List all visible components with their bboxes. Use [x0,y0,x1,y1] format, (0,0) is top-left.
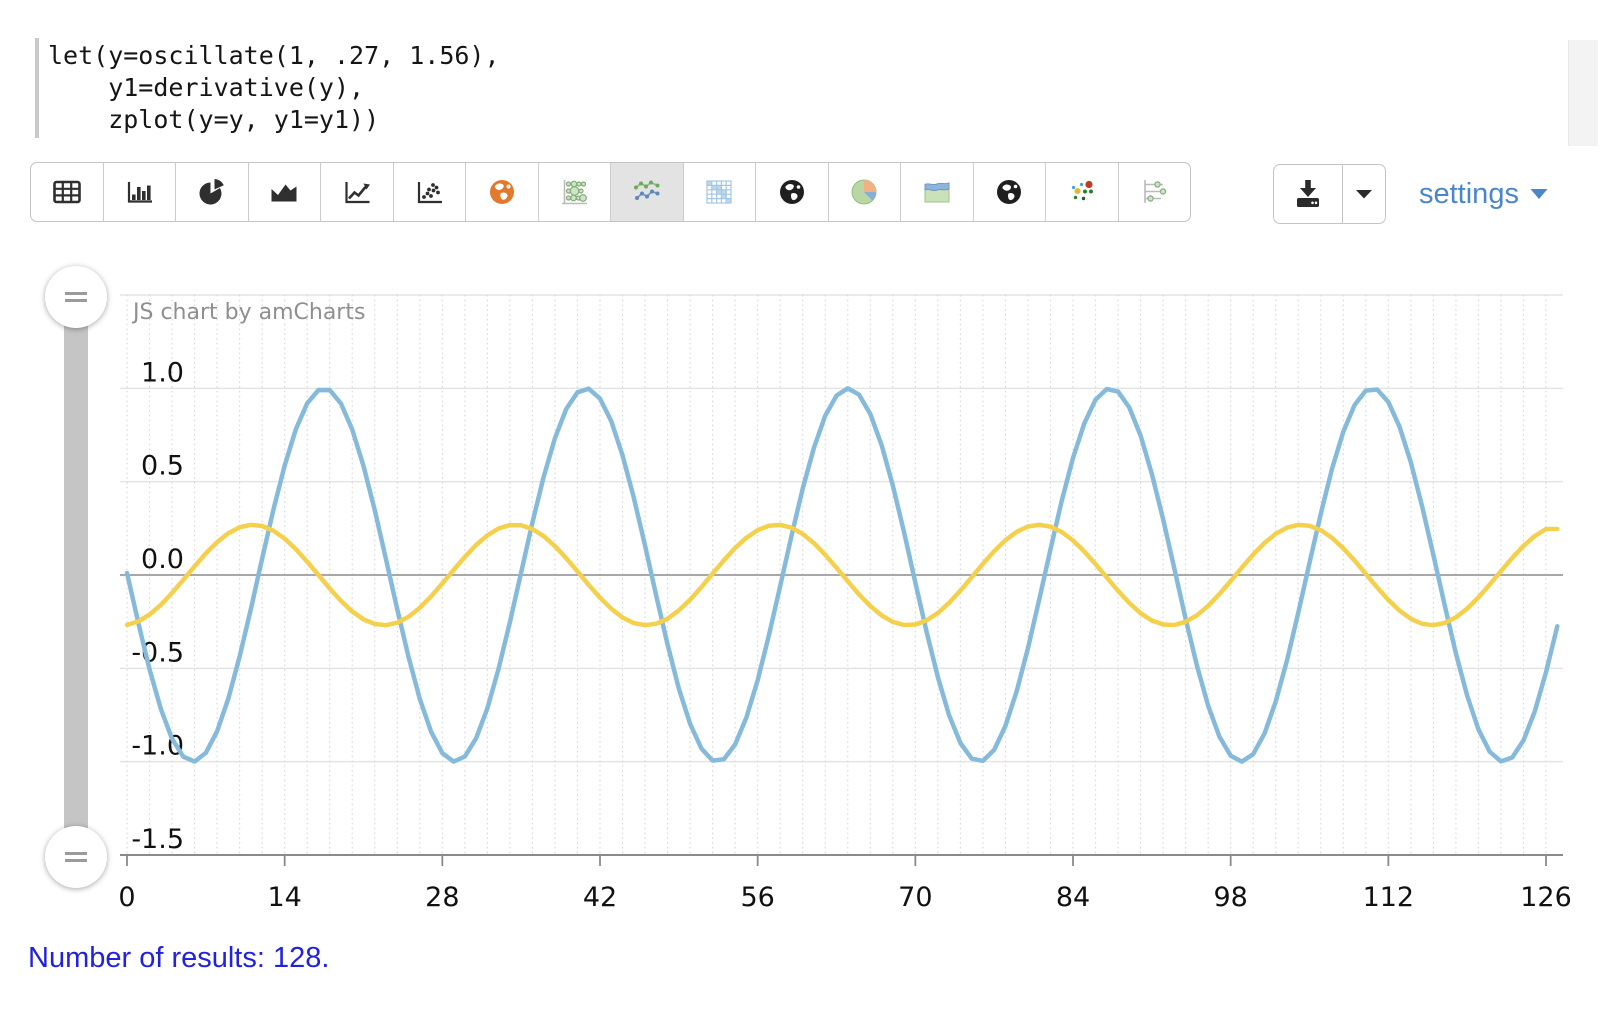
slider-handle-bottom[interactable] [45,826,107,888]
grip-lines-icon [65,852,87,855]
svg-text:0: 0 [118,882,135,913]
svg-text:84: 84 [1056,882,1090,913]
svg-text:0.5: 0.5 [141,451,184,482]
svg-text:126: 126 [1520,882,1572,913]
svg-text:70: 70 [898,882,932,913]
chart-canvas[interactable]: 1.00.50.0-0.5-1.0-1.50142842567084981121… [0,0,1620,1012]
zoomdata-chart-app: let(y=oscillate(1, .27, 1.56), y1=deriva… [0,0,1620,1012]
chart-panel: 1.00.50.0-0.5-1.0-1.50142842567084981121… [0,0,1620,1012]
results-count: Number of results: 128. [28,942,329,975]
vertical-range-slider[interactable] [64,297,88,857]
svg-text:-1.5: -1.5 [131,824,184,855]
grip-lines-icon [65,292,87,295]
svg-text:0.0: 0.0 [141,544,184,575]
svg-text:56: 56 [740,882,774,913]
svg-text:98: 98 [1213,882,1247,913]
grip-lines-icon [65,299,87,302]
svg-text:1.0: 1.0 [141,357,184,388]
svg-text:112: 112 [1363,882,1415,913]
svg-text:-0.5: -0.5 [131,637,184,668]
slider-handle-top[interactable] [45,266,107,328]
svg-text:14: 14 [267,882,301,913]
grip-lines-icon [65,859,87,862]
chart-title: JS chart by amCharts [133,300,365,325]
svg-text:42: 42 [583,882,617,913]
svg-text:28: 28 [425,882,459,913]
